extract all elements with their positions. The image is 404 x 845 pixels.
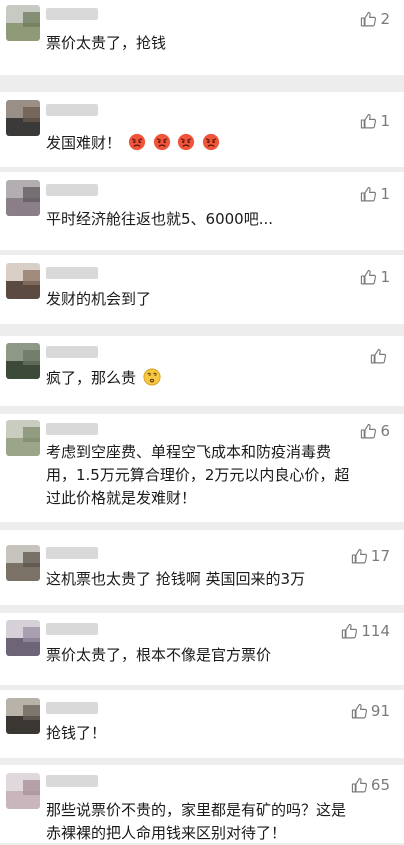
comment-card: 发国难财！ 1 [0, 92, 404, 167]
like-count: 2 [380, 10, 390, 28]
like-button[interactable]: 17 [351, 546, 390, 566]
comment-line: 抢钱了！ [46, 724, 107, 742]
commenter-name[interactable] [46, 8, 98, 20]
thumbs-up-icon [360, 269, 377, 286]
comment-card: 考虑到空座费、单程空飞成本和防疫消毒费 用，1.5万元算合理价，2万元以内良心价… [0, 414, 404, 522]
commenter-name[interactable] [46, 104, 98, 116]
avatar[interactable] [6, 343, 40, 379]
comment-line: 赤裸裸的把人命用钱来区别对待了！ [46, 824, 287, 842]
avatar[interactable] [6, 420, 40, 456]
like-button[interactable]: 65 [351, 775, 390, 795]
like-count: 114 [361, 622, 390, 640]
like-button[interactable]: 1 [360, 184, 390, 204]
like-button[interactable] [370, 346, 390, 366]
angry-face-emoji [128, 133, 146, 151]
avatar[interactable] [6, 698, 40, 734]
comment-line: 考虑到空座费、单程空飞成本和防疫消毒费 [46, 443, 332, 461]
like-button[interactable]: 1 [360, 111, 390, 131]
avatar[interactable] [6, 773, 40, 809]
comment-text: 疯了，那么贵 [46, 367, 384, 390]
like-button[interactable]: 2 [360, 9, 390, 29]
comment-list: 票价太贵了，抢钱 2 发国难财！ 1 平时经济舱往返也就5、6000吧... 1… [0, 0, 404, 843]
commenter-name[interactable] [46, 775, 98, 787]
like-count: 17 [370, 547, 390, 565]
comment-card: 抢钱了！ 91 [0, 690, 404, 758]
avatar[interactable] [6, 620, 40, 656]
comment-card: 疯了，那么贵 [0, 336, 404, 406]
comment-line: 票价太贵了，抢钱 [46, 34, 167, 52]
comment-card: 发财的机会到了 1 [0, 255, 404, 324]
comment-card: 票价太贵了，抢钱 2 [0, 0, 404, 75]
angry-face-emoji [177, 133, 195, 151]
avatar[interactable] [6, 100, 40, 136]
thumbs-up-icon [351, 703, 368, 720]
comment-line: 平时经济舱往返也就5、6000吧... [46, 210, 274, 228]
commenter-name[interactable] [46, 623, 98, 635]
comment-line: 发财的机会到了 [46, 290, 152, 308]
angry-face-emoji [153, 133, 171, 151]
commenter-name[interactable] [46, 547, 98, 559]
comment-text: 票价太贵了，根本不像是官方票价 [46, 644, 384, 667]
thumbs-up-icon [351, 548, 368, 565]
like-count: 1 [380, 112, 390, 130]
angry-face-emoji [202, 133, 220, 151]
comment-text: 发国难财！ [46, 132, 384, 155]
comment-text: 抢钱了！ [46, 722, 384, 745]
thumbs-up-icon [360, 186, 377, 203]
avatar[interactable] [6, 180, 40, 216]
comment-text: 那些说票价不贵的，家里都是有矿的吗？这是 赤裸裸的把人命用钱来区别对待了！ [46, 799, 384, 845]
thumbs-up-icon [351, 777, 368, 794]
comment-line: 用，1.5万元算合理价，2万元以内良心价，超 [46, 466, 350, 484]
thumbs-up-icon [370, 348, 387, 365]
comment-line: 疯了，那么贵 [46, 367, 384, 390]
avatar[interactable] [6, 263, 40, 299]
commenter-name[interactable] [46, 346, 98, 358]
like-count: 65 [370, 776, 390, 794]
commenter-name[interactable] [46, 184, 98, 196]
commenter-name[interactable] [46, 423, 98, 435]
like-button[interactable]: 114 [341, 621, 390, 641]
comment-card: 这机票也太贵了 抢钱啊 英国回来的3万 17 [0, 530, 404, 605]
comment-card: 票价太贵了，根本不像是官方票价 114 [0, 613, 404, 685]
like-button[interactable]: 91 [351, 701, 390, 721]
dizzy-face-emoji [143, 368, 161, 386]
like-count: 1 [380, 268, 390, 286]
comment-text: 这机票也太贵了 抢钱啊 英国回来的3万 [46, 568, 384, 591]
like-count: 91 [370, 702, 390, 720]
avatar[interactable] [6, 545, 40, 581]
avatar[interactable] [6, 5, 40, 41]
like-button[interactable]: 1 [360, 267, 390, 287]
like-button[interactable]: 6 [360, 421, 390, 441]
comment-line: 票价太贵了，根本不像是官方票价 [46, 646, 272, 664]
thumbs-up-icon [360, 11, 377, 28]
comment-card: 平时经济舱往返也就5、6000吧... 1 [0, 172, 404, 250]
thumbs-up-icon [360, 113, 377, 130]
like-count: 6 [380, 422, 390, 440]
comment-line: 这机票也太贵了 抢钱啊 英国回来的3万 [46, 570, 306, 588]
commenter-name[interactable] [46, 702, 98, 714]
thumbs-up-icon [360, 423, 377, 440]
comment-line: 发国难财！ [46, 132, 384, 155]
commenter-name[interactable] [46, 267, 98, 279]
thumbs-up-icon [341, 623, 358, 640]
comment-text: 票价太贵了，抢钱 [46, 32, 384, 55]
comment-text: 考虑到空座费、单程空飞成本和防疫消毒费 用，1.5万元算合理价，2万元以内良心价… [46, 441, 384, 510]
comment-line: 那些说票价不贵的，家里都是有矿的吗？这是 [46, 801, 347, 819]
comment-card: 那些说票价不贵的，家里都是有矿的吗？这是 赤裸裸的把人命用钱来区别对待了！ 65 [0, 765, 404, 843]
comment-text: 发财的机会到了 [46, 288, 384, 311]
like-count: 1 [380, 185, 390, 203]
comment-text: 平时经济舱往返也就5、6000吧... [46, 208, 384, 231]
comment-line: 过此价格就是发难财！ [46, 489, 197, 507]
